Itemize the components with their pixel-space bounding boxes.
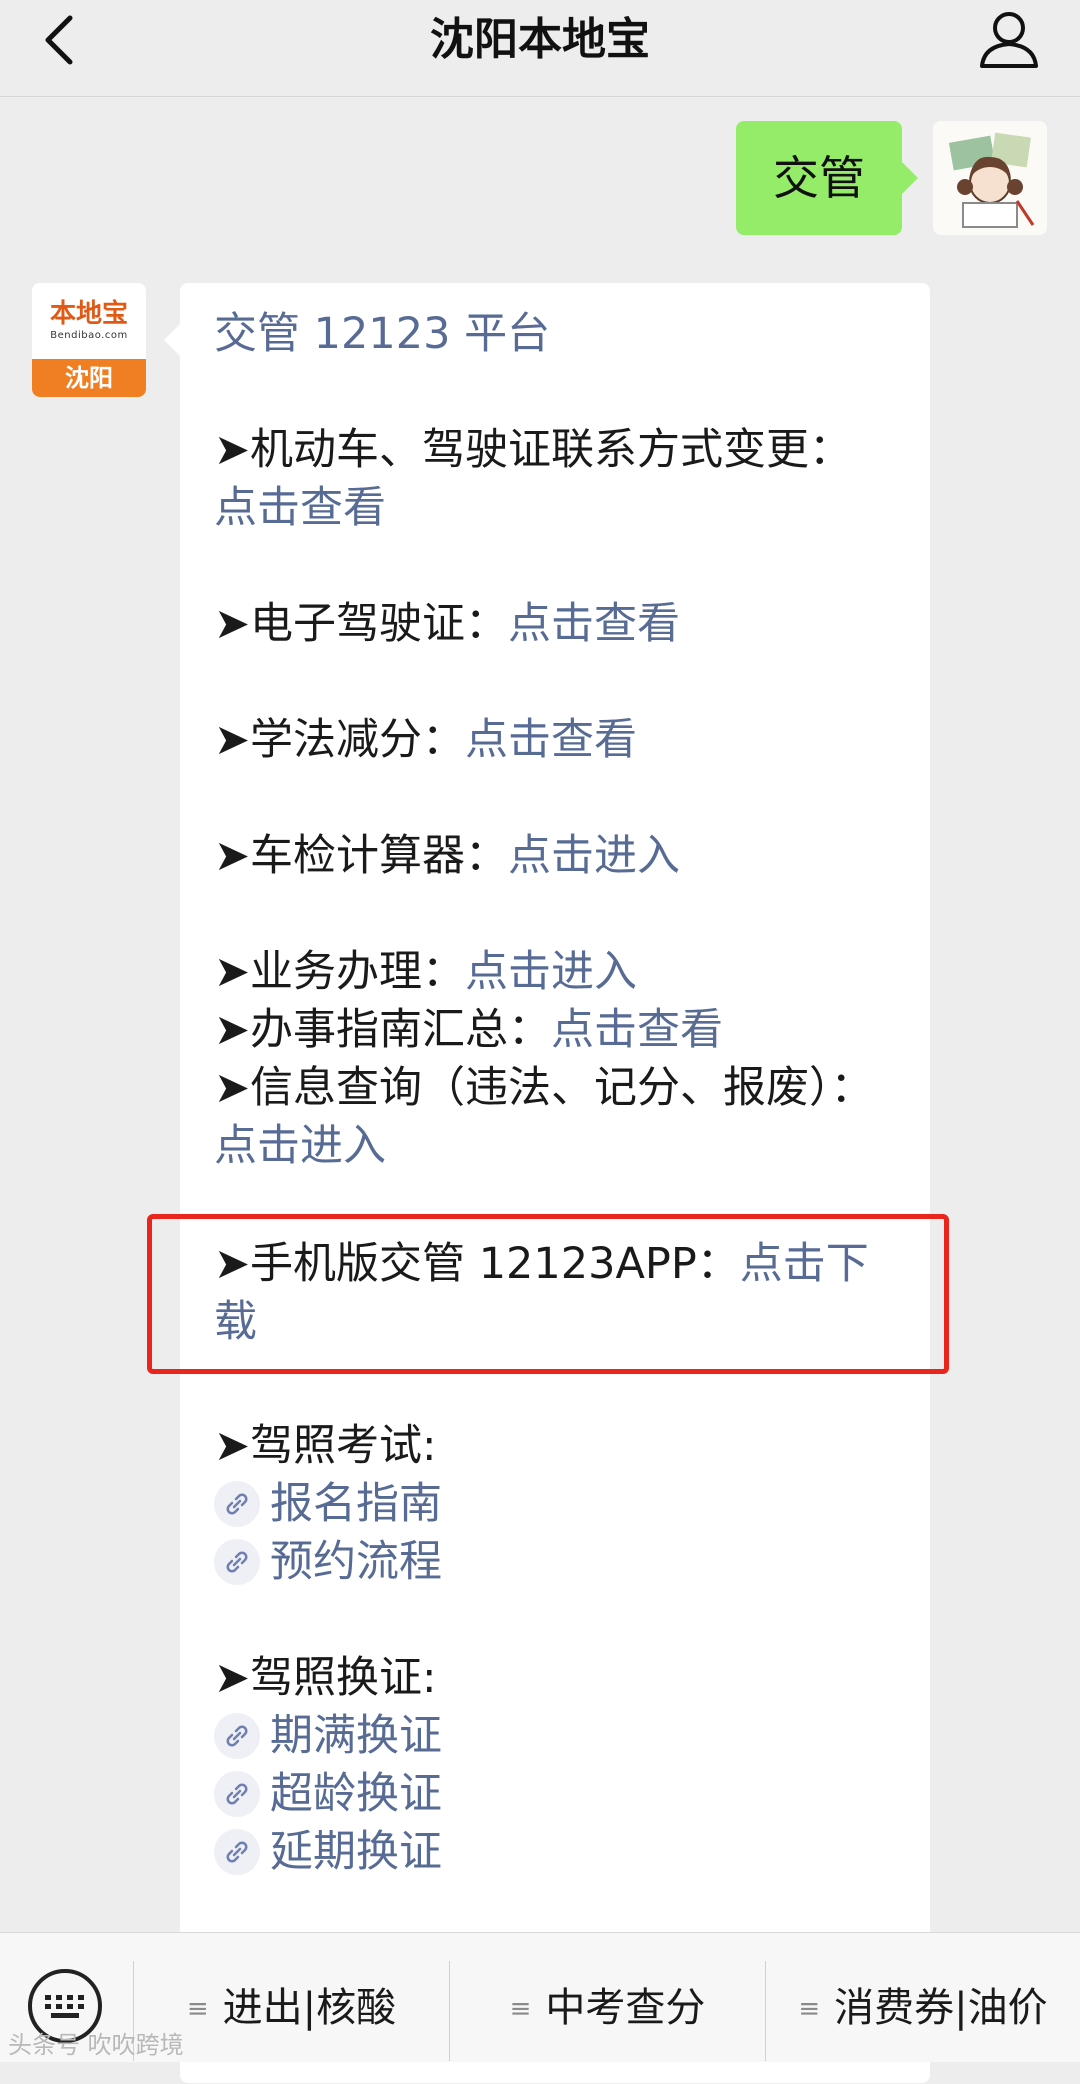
user-avatar[interactable] <box>933 121 1047 235</box>
reply-item: ➤车检计算器：点击进入 <box>214 831 681 881</box>
avatar-city-label: 沈阳 <box>32 359 146 397</box>
renew-heading: ➤驾照换证: <box>214 1653 437 1703</box>
mini-program-link[interactable]: 超龄换证 <box>214 1765 894 1823</box>
account-avatar[interactable]: 本地宝 Bendibao.com 沈阳 <box>32 283 146 397</box>
reply-item: ➤学法减分：点击查看 <box>214 715 638 765</box>
link-contact-change[interactable]: 点击查看 <box>214 483 386 533</box>
link-info-query[interactable]: 点击进入 <box>214 1121 386 1171</box>
link-chain-icon <box>214 1771 260 1817</box>
reply-item: ➤电子驾驶证：点击查看 <box>214 599 681 649</box>
reply-item: ➤机动车、驾驶证联系方式变更：点击查看 <box>214 425 853 533</box>
reply-message-bubble: 交管 12123 平台 ➤机动车、驾驶证联系方式变更：点击查看 ➤电子驾驶证：点… <box>164 283 930 2083</box>
reply-content: 交管 12123 平台 ➤机动车、驾驶证联系方式变更：点击查看 ➤电子驾驶证：点… <box>214 305 894 1881</box>
reply-item: ➤信息查询（违法、记分、报废）：点击进入 <box>214 1063 874 1171</box>
mini-program-link[interactable]: 报名指南 <box>214 1475 894 1533</box>
sent-message-text: 交管 <box>773 151 865 205</box>
page-title: 沈阳本地宝 <box>430 14 650 65</box>
link-business[interactable]: 点击进入 <box>465 947 637 997</box>
reply-item: ➤办事指南汇总：点击查看 <box>214 1005 724 1055</box>
mini-program-link[interactable]: 延期换证 <box>214 1823 894 1881</box>
link-chain-icon <box>214 1539 260 1585</box>
link-chain-icon <box>214 1829 260 1875</box>
bendibao-logo: 本地宝 Bendibao.com <box>32 283 146 359</box>
heading-link[interactable]: 交管 12123 平台 <box>214 309 550 359</box>
nav-header: 沈阳本地宝 <box>0 0 1080 97</box>
menu-item-exam-score[interactable]: ≡ 中考查分 <box>450 1933 765 2062</box>
sent-message-bubble[interactable]: 交管 <box>736 121 918 235</box>
mini-program-link[interactable]: 预约流程 <box>214 1533 894 1591</box>
user-profile-icon[interactable] <box>978 8 1040 70</box>
link-chain-icon <box>214 1481 260 1527</box>
bottom-menu-bar: ≡ 进出|核酸 ≡ 中考查分 ≡ 消费券|油价 头条号 吹吹跨境 <box>0 1932 1080 2062</box>
exam-heading: ➤驾照考试: <box>214 1421 437 1471</box>
link-chain-icon <box>214 1713 260 1759</box>
link-guide[interactable]: 点击查看 <box>551 1005 723 1055</box>
menu-list-icon: ≡ <box>798 1994 821 2024</box>
reply-heading: 交管 12123 平台 <box>214 305 894 363</box>
watermark: 头条号 吹吹跨境 <box>8 2031 184 2059</box>
mini-program-link[interactable]: 期满换证 <box>214 1707 894 1765</box>
highlight-box <box>147 1214 949 1374</box>
cartoon-avatar-icon <box>933 121 1047 235</box>
link-inspection-calculator[interactable]: 点击进入 <box>508 831 680 881</box>
reply-item: ➤业务办理：点击进入 <box>214 947 638 997</box>
menu-item-coupon-oil[interactable]: ≡ 消费券|油价 <box>766 1933 1080 2062</box>
link-study-points[interactable]: 点击查看 <box>465 715 637 765</box>
link-e-license[interactable]: 点击查看 <box>508 599 680 649</box>
menu-list-icon: ≡ <box>509 1994 532 2024</box>
menu-list-icon: ≡ <box>186 1994 209 2024</box>
